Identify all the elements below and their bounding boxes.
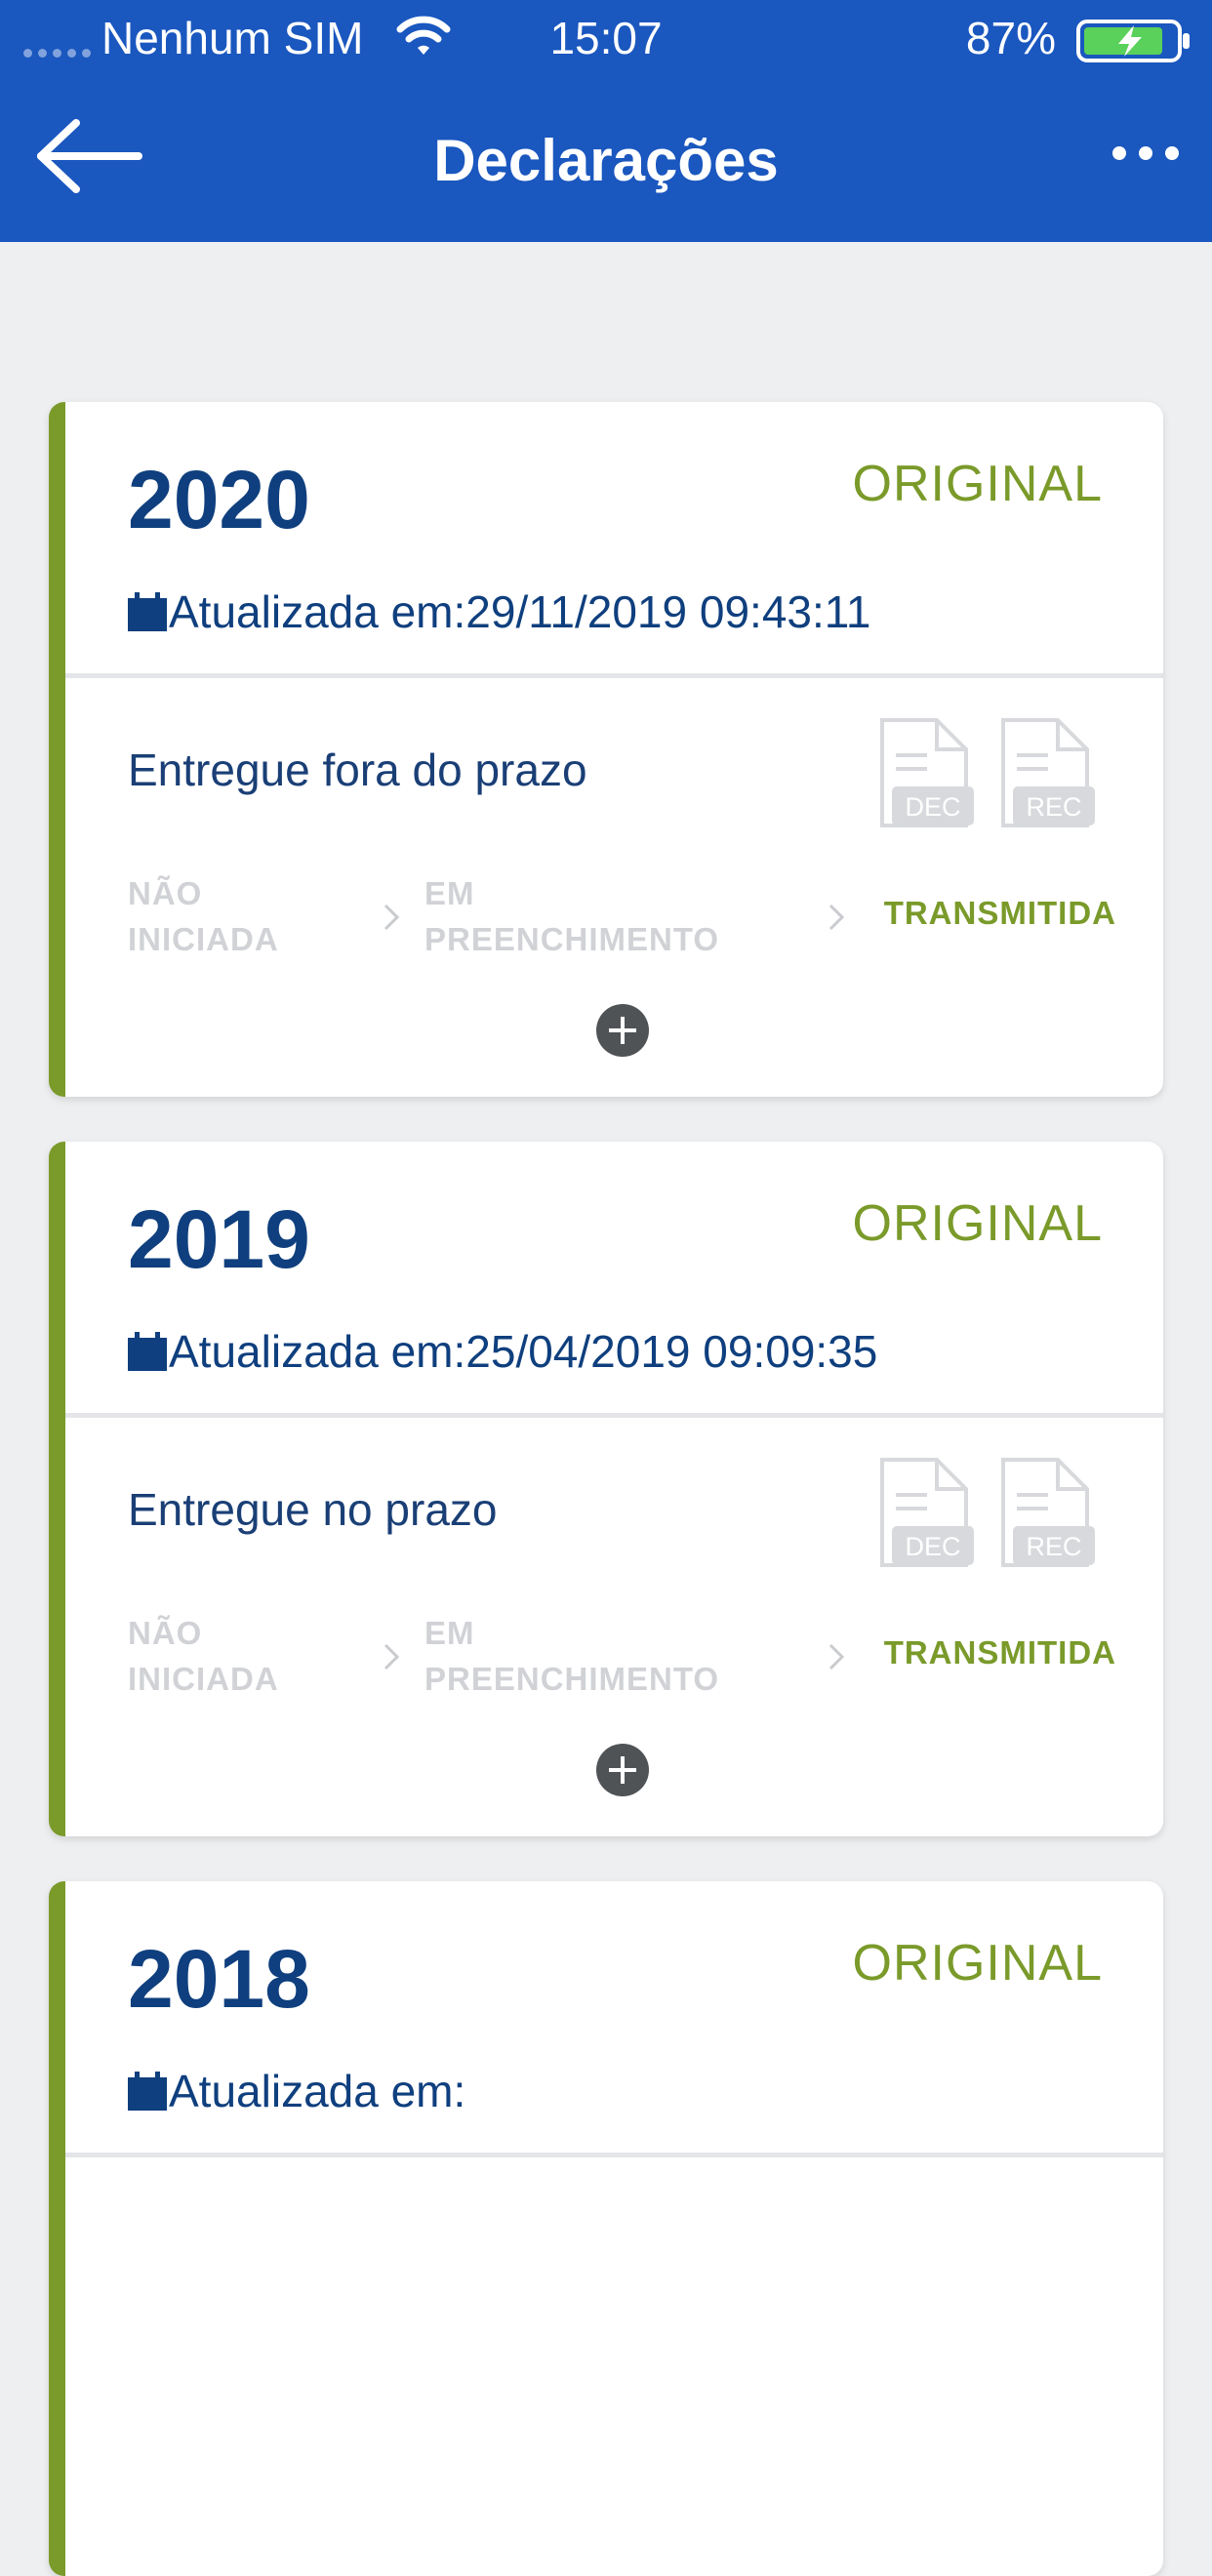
step-transmitida: TRANSMITIDA: [883, 1634, 1116, 1670]
declaration-year: 2018: [128, 1933, 310, 2025]
card-divider: [65, 673, 1163, 678]
rec-label: REC: [1026, 1532, 1081, 1561]
dec-label: DEC: [905, 792, 960, 822]
chevron-right-icon: [828, 1643, 845, 1670]
step-em-preenchimento: EM PREENCHIMENTO: [424, 875, 720, 957]
card-divider: [65, 2153, 1163, 2157]
declaration-type: ORIGINAL: [852, 1935, 1103, 1992]
expand-plus-icon[interactable]: [595, 1003, 650, 1058]
chevron-right-icon: [384, 904, 400, 931]
status-bar: Nenhum SIM 15:07 87%: [0, 0, 1212, 78]
last-updated: Atualizada em:: [128, 2065, 465, 2117]
step-nao-iniciada: NÃO INICIADA: [128, 1615, 279, 1697]
battery-charging-icon: [1076, 20, 1190, 62]
chevron-right-icon: [828, 904, 845, 931]
declaration-year: 2020: [128, 454, 310, 545]
last-updated: Atualizada em:25/04/2019 09:09:35: [128, 1325, 877, 1378]
dec-document-icon[interactable]: DEC: [876, 1456, 976, 1569]
dec-document-icon[interactable]: DEC: [876, 716, 976, 829]
declaration-type: ORIGINAL: [852, 1195, 1103, 1252]
delivery-status: Entregue no prazo: [128, 1484, 498, 1535]
expand-plus-icon[interactable]: [595, 1743, 650, 1797]
dec-label: DEC: [905, 1532, 960, 1561]
calendar-icon: [128, 2072, 167, 2111]
last-updated-text: Atualizada em:29/11/2019 09:43:11: [169, 586, 871, 637]
declaration-card[interactable]: 2018 ORIGINAL Atualizada em:: [49, 1881, 1163, 2576]
delivery-status: Entregue fora do prazo: [128, 745, 587, 795]
declaration-card[interactable]: 2020 ORIGINAL Atualizada em:29/11/2019 0…: [49, 402, 1163, 1097]
last-updated: Atualizada em:29/11/2019 09:43:11: [128, 585, 871, 638]
battery-percentage: 87%: [965, 13, 1056, 63]
rec-document-icon[interactable]: REC: [997, 716, 1097, 829]
calendar-icon: [128, 1332, 167, 1371]
more-options-icon[interactable]: [1112, 146, 1179, 160]
rec-label: REC: [1026, 792, 1081, 822]
step-nao-iniciada: NÃO INICIADA: [128, 875, 279, 957]
step-transmitida: TRANSMITIDA: [883, 895, 1116, 931]
card-divider: [65, 1413, 1163, 1418]
declaration-card[interactable]: 2019 ORIGINAL Atualizada em:25/04/2019 0…: [49, 1142, 1163, 1836]
last-updated-text: Atualizada em:25/04/2019 09:09:35: [169, 1326, 878, 1377]
chevron-right-icon: [384, 1643, 400, 1670]
navigation-bar: Declarações: [0, 78, 1212, 242]
step-em-preenchimento: EM PREENCHIMENTO: [424, 1615, 720, 1697]
calendar-icon: [128, 592, 167, 631]
rec-document-icon[interactable]: REC: [997, 1456, 1097, 1569]
page-title: Declarações: [433, 128, 779, 193]
declaration-year: 2019: [128, 1193, 310, 1285]
last-updated-text: Atualizada em:: [169, 2066, 466, 2116]
declaration-type: ORIGINAL: [852, 456, 1103, 512]
